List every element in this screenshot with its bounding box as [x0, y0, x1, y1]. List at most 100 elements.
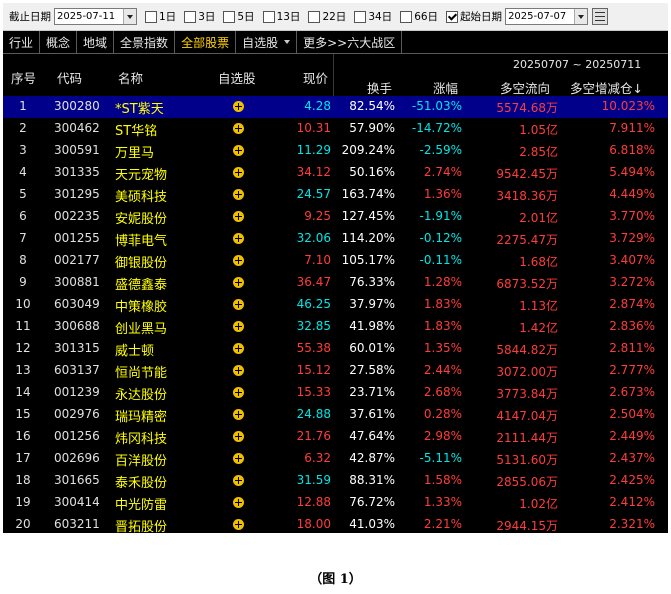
tab-1[interactable]: 概念 [40, 31, 78, 53]
table-row[interactable]: 18 301665 泰禾股份 31.59 88.31% 1.58% 2855.06万 2.42… [3, 470, 668, 492]
chevron-down-icon[interactable] [284, 40, 291, 44]
cell-name: 创业黑马 [115, 322, 168, 337]
end-date-picker[interactable]: 2025-07-11 [54, 8, 137, 25]
cell-price: 24.88 [296, 407, 331, 421]
add-favorite-icon[interactable] [233, 255, 244, 266]
col-header-flow[interactable]: 多空流向 [500, 78, 550, 97]
period-checkbox-label: 13日 [276, 11, 301, 23]
add-favorite-icon[interactable] [233, 387, 244, 398]
add-favorite-icon[interactable] [233, 167, 244, 178]
checkbox-icon[interactable] [145, 10, 157, 23]
tab-4[interactable]: 全部股票 [175, 31, 237, 53]
add-favorite-icon[interactable] [233, 343, 244, 354]
table-row[interactable]: 19 300414 中光防雷 12.88 76.72% 1.33% 1.02亿 2.412% [3, 492, 668, 514]
add-favorite-icon[interactable] [233, 299, 244, 310]
checkbox-icon[interactable] [400, 10, 413, 23]
period-checkbox[interactable]: 1日 [145, 9, 176, 24]
table-row[interactable]: 11 300688 创业黑马 32.85 41.98% 1.83% 1.42亿 2.836% [3, 316, 668, 338]
table-row[interactable]: 12 301315 威士顿 55.38 60.01% 1.35% 5844.82万 2.811… [3, 338, 668, 360]
end-date-value[interactable]: 2025-07-11 [57, 11, 123, 22]
col-header-favorite[interactable]: 自选股 [218, 68, 256, 87]
cell-code: 001239 [54, 385, 100, 399]
col-header-code[interactable]: 代码 [57, 68, 82, 87]
table-row[interactable]: 8 002177 御银股份 7.10 105.17% -0.11% 1.68亿 3.407% [3, 250, 668, 272]
table-row[interactable]: 3 300591 万里马 11.29 209.24% -2.59% 2.85亿 6.818% [3, 140, 668, 162]
cell-change: 1.58% [423, 473, 462, 487]
add-favorite-icon[interactable] [233, 123, 244, 134]
add-favorite-icon[interactable] [233, 475, 244, 486]
add-favorite-icon[interactable] [233, 453, 244, 464]
calendar-dropdown-icon[interactable] [574, 9, 588, 24]
checkbox-icon[interactable] [308, 10, 321, 23]
checkbox-icon[interactable] [223, 10, 236, 23]
menu-icon[interactable] [592, 8, 609, 25]
add-favorite-icon[interactable] [233, 277, 244, 288]
col-header-price[interactable]: 现价 [303, 68, 328, 87]
tab-0[interactable]: 行业 [3, 31, 41, 53]
add-favorite-icon[interactable] [233, 101, 244, 112]
start-date-label: 起始日期 [460, 11, 503, 23]
add-favorite-icon[interactable] [233, 145, 244, 156]
table-row[interactable]: 15 002976 瑞玛精密 24.88 37.61% 0.28% 4147.04万 2.50… [3, 404, 668, 426]
table-row[interactable]: 20 603211 晋拓股份 18.00 41.03% 2.21% 2944.15万 2.32… [3, 514, 668, 533]
cell-name: 晋拓股份 [115, 520, 168, 533]
col-header-name[interactable]: 名称 [118, 68, 143, 87]
cell-code: 300881 [54, 275, 100, 289]
add-favorite-icon[interactable] [233, 409, 244, 420]
table-row[interactable]: 9 300881 盛德鑫泰 36.47 76.33% 1.28% 6873.52万 3.272… [3, 272, 668, 294]
cell-code: 300462 [54, 121, 100, 135]
cell-price: 32.85 [296, 319, 331, 333]
col-header-seq[interactable]: 序号 [11, 68, 36, 87]
table-row[interactable]: 10 603049 中策橡胶 46.25 37.97% 1.83% 1.13亿 2.874% [3, 294, 668, 316]
start-date-picker[interactable]: 2025-07-07 [505, 8, 589, 25]
tab-2[interactable]: 地域 [77, 31, 115, 53]
tab-3[interactable]: 全景指数 [114, 31, 176, 53]
start-date-value[interactable]: 2025-07-07 [508, 11, 574, 22]
cell-name: 永达股份 [115, 388, 168, 403]
col-header-ratio[interactable]: 多空增减仓↓ [570, 78, 643, 97]
start-date-checkbox[interactable]: 起始日期 [446, 9, 502, 24]
table-row[interactable]: 5 301295 美硕科技 24.57 163.74% 1.36% 3418.36万 4.44… [3, 184, 668, 206]
col-header-change[interactable]: 涨幅 [433, 78, 458, 97]
period-checkbox[interactable]: 66日 [400, 9, 438, 24]
table-row[interactable]: 6 002235 安妮股份 9.25 127.45% -1.91% 2.01亿 3.770% [3, 206, 668, 228]
table-row[interactable]: 16 001256 炜冈科技 21.76 47.64% 2.98% 2111.44万 2.44… [3, 426, 668, 448]
checkbox-icon[interactable] [354, 10, 367, 23]
add-favorite-icon[interactable] [233, 211, 244, 222]
cell-price: 7.10 [304, 253, 331, 267]
checkbox-checked-icon[interactable] [446, 10, 459, 23]
table-row[interactable]: 17 002696 百洋股份 6.32 42.87% -5.11% 5131.60万 2.43… [3, 448, 668, 470]
add-favorite-icon[interactable] [233, 189, 244, 200]
table-row[interactable]: 13 603137 恒尚节能 15.12 27.58% 2.44% 3072.00万 2.77… [3, 360, 668, 382]
add-favorite-icon[interactable] [233, 519, 244, 530]
add-favorite-icon[interactable] [233, 321, 244, 332]
period-checkbox[interactable]: 13日 [262, 9, 301, 24]
table-row[interactable]: 7 001255 博菲电气 32.06 114.20% -0.12% 2275.47万 3.7… [3, 228, 668, 250]
period-checkbox[interactable]: 34日 [354, 9, 392, 24]
period-checkbox[interactable]: 5日 [223, 9, 255, 24]
cell-change: -51.03% [411, 99, 462, 113]
cell-ratio: 2.321% [609, 517, 655, 531]
cell-flow: 4147.04万 [496, 409, 558, 423]
cell-change: 1.28% [423, 275, 462, 289]
add-favorite-icon[interactable] [233, 233, 244, 244]
table-row[interactable]: 1 300280 *ST紫天 4.28 82.54% -51.03% 5574.68万 10.… [3, 96, 668, 118]
tab-6[interactable]: 更多>>六大战区 [297, 31, 403, 53]
table-row[interactable]: 14 001239 永达股份 15.33 23.71% 2.68% 3773.84万 2.67… [3, 382, 668, 404]
add-favorite-icon[interactable] [233, 431, 244, 442]
add-favorite-icon[interactable] [233, 497, 244, 508]
checkbox-icon[interactable] [262, 10, 275, 23]
col-header-turnover[interactable]: 换手 [367, 78, 392, 97]
cell-flow: 2.85亿 [519, 145, 558, 159]
cell-code: 301295 [54, 187, 100, 201]
period-checkbox[interactable]: 22日 [308, 9, 346, 24]
cell-change: 2.44% [423, 363, 462, 377]
period-checkbox[interactable]: 3日 [184, 9, 215, 24]
table-row[interactable]: 2 300462 ST华铭 10.31 57.90% -14.72% 1.05亿 7.911% [3, 118, 668, 140]
checkbox-icon[interactable] [184, 10, 197, 23]
period-checkboxes: 1日 3日 5日 13日 22日 34日 66日 [137, 9, 438, 24]
add-favorite-icon[interactable] [233, 365, 244, 376]
table-row[interactable]: 4 301335 天元宠物 34.12 50.16% 2.74% 9542.45万 5.494… [3, 162, 668, 184]
calendar-dropdown-icon[interactable] [123, 9, 136, 24]
tab-5[interactable]: 自选股 [236, 31, 298, 53]
